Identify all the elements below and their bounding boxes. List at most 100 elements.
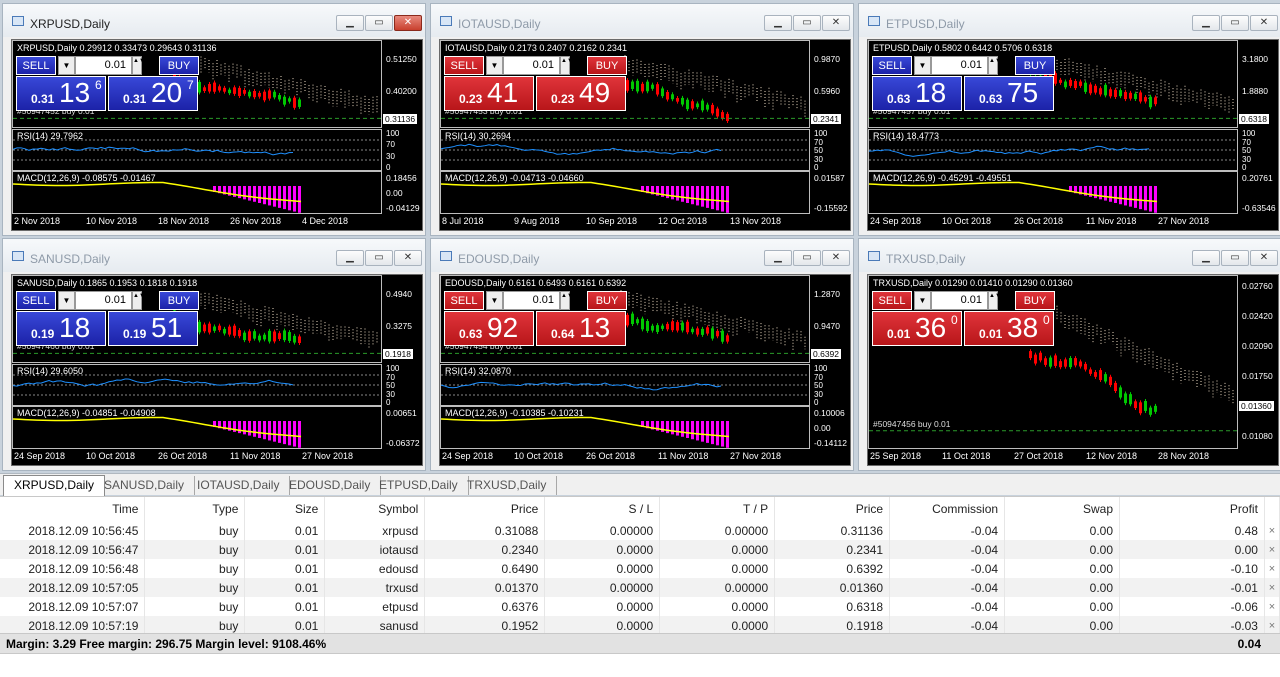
column-header[interactable]: Type <box>144 497 246 521</box>
window-titlebar[interactable]: EDOUSD,Daily ▁ ▭ ✕ <box>431 239 853 272</box>
close-position-icon[interactable]: × <box>1264 597 1280 616</box>
volume-dropdown[interactable]: ▼ <box>486 56 503 75</box>
buy-button[interactable]: BUY <box>159 56 199 75</box>
tab-sanusd-daily[interactable]: SANUSD,Daily <box>94 476 196 495</box>
tab-xrpusd-daily[interactable]: XRPUSD,Daily <box>3 475 106 496</box>
volume-input[interactable]: 0.01 <box>931 291 988 310</box>
sell-price-quote[interactable]: 0.31 13 6 <box>16 76 106 111</box>
volume-stepper[interactable]: ▲▼ <box>988 291 1001 310</box>
volume-stepper[interactable]: ▲▼ <box>132 56 145 75</box>
maximize-button[interactable]: ▭ <box>1221 250 1249 266</box>
column-header[interactable]: Symbol <box>324 497 426 521</box>
minimize-button[interactable]: ▁ <box>336 250 364 266</box>
volume-stepper[interactable]: ▲▼ <box>560 291 573 310</box>
chart-window-xrpusd-daily[interactable]: XRPUSD,Daily ▁ ▭ ✕ XRPUSD,Daily 0.29912 0.33… <box>2 3 426 236</box>
close-button[interactable]: ✕ <box>394 15 422 31</box>
sell-button[interactable]: SELL <box>444 56 484 75</box>
buy-button[interactable]: BUY <box>1015 291 1055 310</box>
chart-window-edousd-daily[interactable]: EDOUSD,Daily ▁ ▭ ✕ EDOUSD,Daily 0.6161 0.649… <box>430 238 854 471</box>
minimize-button[interactable]: ▁ <box>1192 15 1220 31</box>
volume-dropdown[interactable]: ▼ <box>58 56 75 75</box>
volume-input[interactable]: 0.01 <box>503 56 560 75</box>
tab-trxusd-daily[interactable]: TRXUSD,Daily <box>457 476 558 495</box>
volume-stepper[interactable]: ▲▼ <box>132 291 145 310</box>
table-row[interactable]: 2018.12.09 10:56:47 buy 0.01 iotausd 0.2340 0… <box>0 540 1280 559</box>
volume-input[interactable]: 0.01 <box>75 291 132 310</box>
column-header[interactable]: Swap <box>1004 497 1121 521</box>
volume-dropdown[interactable]: ▼ <box>914 56 931 75</box>
window-titlebar[interactable]: ETPUSD,Daily ▁ ▭ ✕ <box>859 4 1280 37</box>
close-button[interactable]: ✕ <box>1250 15 1278 31</box>
window-titlebar[interactable]: SANUSD,Daily ▁ ▭ ✕ <box>3 239 425 272</box>
table-row[interactable]: 2018.12.09 10:56:48 buy 0.01 edousd 0.6490 0.… <box>0 559 1280 578</box>
column-header[interactable]: Profit <box>1119 497 1265 521</box>
buy-button[interactable]: BUY <box>587 56 627 75</box>
volume-input[interactable]: 0.01 <box>503 291 560 310</box>
tab-edousd-daily[interactable]: EDOUSD,Daily <box>279 476 382 495</box>
window-titlebar[interactable]: IOTAUSD,Daily ▁ ▭ ✕ <box>431 4 853 37</box>
window-titlebar[interactable]: TRXUSD,Daily ▁ ▭ ✕ <box>859 239 1280 272</box>
chart-plot-area[interactable]: IOTAUSD,Daily 0.2173 0.2407 0.2162 0.234… <box>439 39 851 231</box>
close-button[interactable]: ✕ <box>1250 250 1278 266</box>
tab-iotausd-daily[interactable]: IOTAUSD,Daily <box>187 476 291 495</box>
close-position-icon[interactable]: × <box>1264 540 1280 559</box>
maximize-button[interactable]: ▭ <box>793 250 821 266</box>
sell-price-quote[interactable]: 0.23 41 <box>444 76 534 111</box>
minimize-button[interactable]: ▁ <box>764 250 792 266</box>
volume-dropdown[interactable]: ▼ <box>914 291 931 310</box>
maximize-button[interactable]: ▭ <box>365 15 393 31</box>
close-position-icon[interactable]: × <box>1264 521 1280 540</box>
sell-price-quote[interactable]: 0.63 18 <box>872 76 962 111</box>
chart-plot-area[interactable]: XRPUSD,Daily 0.29912 0.33473 0.29643 0.3… <box>11 39 423 231</box>
sell-button[interactable]: SELL <box>16 56 56 75</box>
buy-price-quote[interactable]: 0.19 51 <box>108 311 198 346</box>
chart-plot-area[interactable]: ETPUSD,Daily 0.5802 0.6442 0.5706 0.6318… <box>867 39 1279 231</box>
chart-window-sanusd-daily[interactable]: SANUSD,Daily ▁ ▭ ✕ SANUSD,Daily 0.1865 0.195… <box>2 238 426 471</box>
window-titlebar[interactable]: XRPUSD,Daily ▁ ▭ ✕ <box>3 4 425 37</box>
buy-price-quote[interactable]: 0.63 75 <box>964 76 1054 111</box>
volume-dropdown[interactable]: ▼ <box>486 291 503 310</box>
column-header[interactable]: Price <box>424 497 546 521</box>
close-button[interactable]: ✕ <box>822 250 850 266</box>
buy-button[interactable]: BUY <box>587 291 627 310</box>
column-header[interactable]: S / L <box>544 497 661 521</box>
table-row[interactable]: 2018.12.09 10:57:07 buy 0.01 etpusd 0.6376 0.… <box>0 597 1280 616</box>
table-row[interactable]: 2018.12.09 10:57:05 buy 0.01 trxusd 0.01370 0… <box>0 578 1280 597</box>
buy-price-quote[interactable]: 0.23 49 <box>536 76 626 111</box>
table-row[interactable]: 2018.12.09 10:56:45 buy 0.01 xrpusd 0.31088 0… <box>0 521 1280 540</box>
minimize-button[interactable]: ▁ <box>1192 250 1220 266</box>
buy-button[interactable]: BUY <box>1015 56 1055 75</box>
column-header[interactable]: Time <box>0 497 146 521</box>
sell-button[interactable]: SELL <box>872 56 912 75</box>
column-header[interactable]: Price <box>774 497 891 521</box>
chart-window-trxusd-daily[interactable]: TRXUSD,Daily ▁ ▭ ✕ TRXUSD,Daily 0.01290 0.01… <box>858 238 1280 471</box>
close-button[interactable]: ✕ <box>394 250 422 266</box>
column-header[interactable]: T / P <box>659 497 776 521</box>
sell-price-quote[interactable]: 0.19 18 <box>16 311 106 346</box>
minimize-button[interactable]: ▁ <box>336 15 364 31</box>
buy-price-quote[interactable]: 0.31 20 7 <box>108 76 198 111</box>
buy-button[interactable]: BUY <box>159 291 199 310</box>
chart-plot-area[interactable]: EDOUSD,Daily 0.6161 0.6493 0.6161 0.6392… <box>439 274 851 466</box>
volume-stepper[interactable]: ▲▼ <box>560 56 573 75</box>
chart-window-iotausd-daily[interactable]: IOTAUSD,Daily ▁ ▭ ✕ IOTAUSD,Daily 0.2173 0.2… <box>430 3 854 236</box>
chart-window-etpusd-daily[interactable]: ETPUSD,Daily ▁ ▭ ✕ ETPUSD,Daily 0.5802 0.644… <box>858 3 1280 236</box>
column-header[interactable]: Commission <box>889 497 1006 521</box>
sell-price-quote[interactable]: 0.63 92 <box>444 311 534 346</box>
sell-button[interactable]: SELL <box>16 291 56 310</box>
volume-input[interactable]: 0.01 <box>75 56 132 75</box>
volume-dropdown[interactable]: ▼ <box>58 291 75 310</box>
close-position-icon[interactable]: × <box>1264 578 1280 597</box>
chart-plot-area[interactable]: SANUSD,Daily 0.1865 0.1953 0.1818 0.1918… <box>11 274 423 466</box>
volume-stepper[interactable]: ▲▼ <box>988 56 1001 75</box>
sell-price-quote[interactable]: 0.01 36 0 <box>872 311 962 346</box>
sell-button[interactable]: SELL <box>444 291 484 310</box>
close-button[interactable]: ✕ <box>822 15 850 31</box>
close-position-icon[interactable]: × <box>1264 559 1280 578</box>
maximize-button[interactable]: ▭ <box>793 15 821 31</box>
buy-price-quote[interactable]: 0.64 13 <box>536 311 626 346</box>
tab-etpusd-daily[interactable]: ETPUSD,Daily <box>369 476 469 495</box>
volume-input[interactable]: 0.01 <box>931 56 988 75</box>
column-header[interactable]: Size <box>244 497 326 521</box>
minimize-button[interactable]: ▁ <box>764 15 792 31</box>
